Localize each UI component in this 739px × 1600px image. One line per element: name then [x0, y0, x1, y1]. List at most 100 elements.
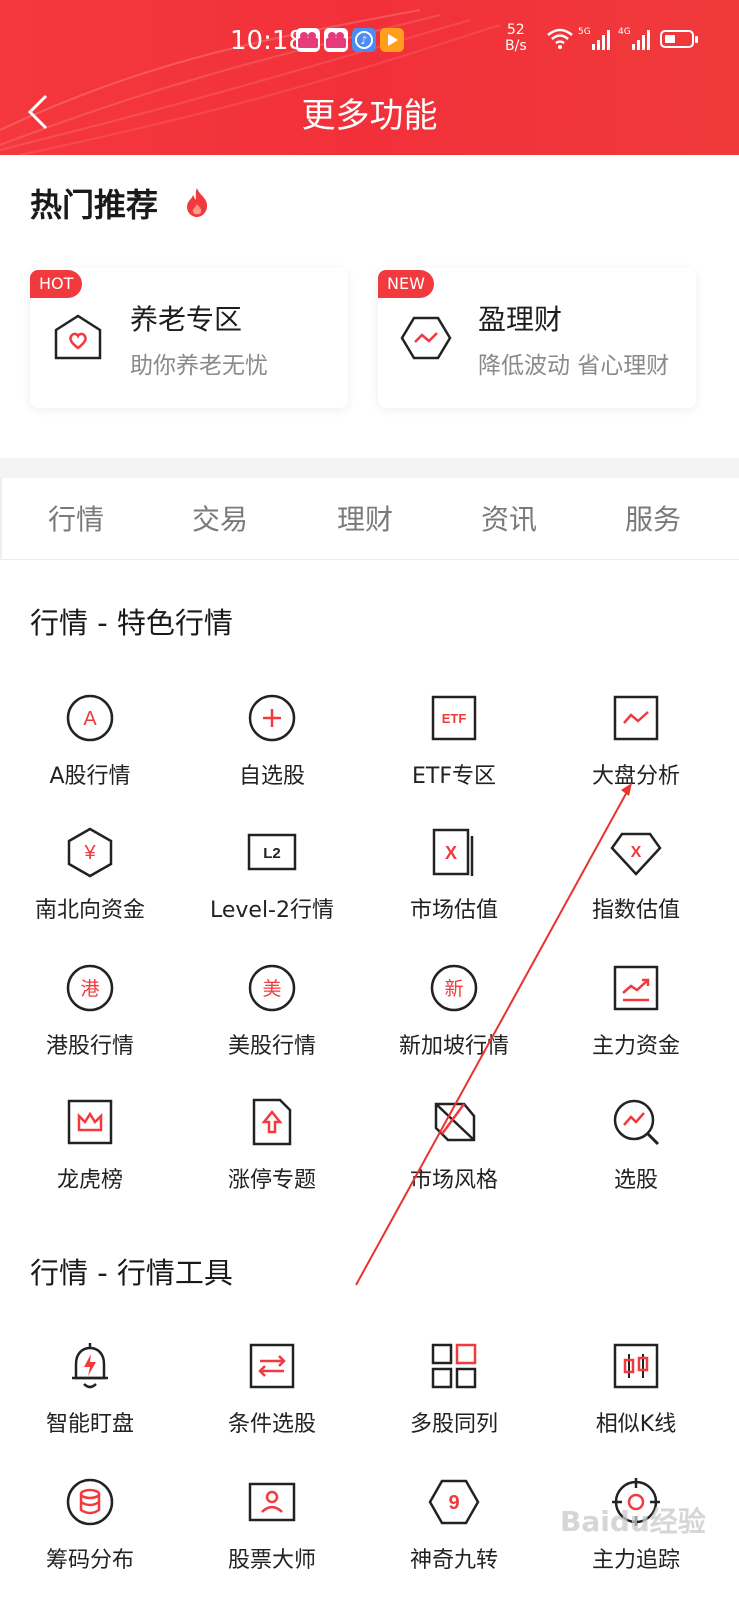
item-index-valuation[interactable]: X 指数估值 [546, 826, 726, 924]
item-level2[interactable]: L2 Level-2行情 [182, 826, 362, 924]
status-bar: 10:18 ♪ 52 B/s 5G 4G [0, 18, 739, 62]
item-multi-stock-view[interactable]: 多股同列 [364, 1340, 544, 1438]
tab-market[interactable]: 行情 [16, 498, 136, 538]
sg-glyph: 新 [444, 978, 463, 1000]
item-north-south-funds[interactable]: ¥ 南北向资金 [0, 826, 180, 924]
card-title: 盈理财 [478, 303, 563, 336]
magnifier-trend-icon [613, 1099, 660, 1146]
card-ying-licai[interactable]: NEW 盈理财 降低波动 省心理财 [378, 268, 696, 408]
item-label: 条件选股 [227, 1412, 316, 1437]
new-badge: NEW [378, 270, 434, 298]
item-label: 港股行情 [45, 1034, 134, 1059]
item-label: 市场风格 [409, 1168, 498, 1193]
item-market-valuation[interactable]: X 市场估值 [364, 826, 544, 924]
us-circle-icon: 美 [248, 964, 296, 1012]
hexagon-trend-icon [400, 316, 452, 360]
signal-4g-icon: 4G [618, 27, 650, 50]
flame-icon [187, 188, 208, 217]
app-notification-icon [296, 28, 320, 52]
item-dragon-tiger-list[interactable]: 龙虎榜 [0, 1096, 180, 1194]
yen-glyph: ¥ [83, 842, 96, 864]
item-label: 相似K线 [595, 1412, 677, 1437]
item-etf-zone[interactable]: ETF ETF专区 [364, 692, 544, 790]
wifi-icon [547, 28, 573, 49]
item-limit-up-topics[interactable]: 涨停专题 [182, 1096, 362, 1194]
item-main-funds[interactable]: 主力资金 [546, 962, 726, 1060]
tab-news[interactable]: 资讯 [449, 498, 569, 538]
video-app-icon [380, 28, 404, 52]
music-app-icon: ♪ [352, 28, 376, 52]
tab-trade[interactable]: 交易 [160, 498, 280, 538]
person-card-icon [248, 1482, 296, 1522]
battery-icon [660, 30, 698, 48]
item-label: 主力追踪 [591, 1548, 680, 1573]
item-similar-kline[interactable]: 相似K线 [546, 1340, 726, 1438]
x-glyph: X [445, 843, 457, 863]
a-letter-icon: A [66, 694, 114, 742]
item-chip-distribution[interactable]: 筹码分布 [0, 1476, 180, 1574]
item-market-analysis[interactable]: 大盘分析 [546, 692, 726, 790]
item-label: Level-2行情 [209, 898, 334, 923]
candlestick-box-icon [613, 1343, 659, 1389]
grid-four-icon [431, 1343, 477, 1389]
item-label: 美股行情 [227, 1034, 316, 1059]
header-bar: 10:18 ♪ 52 B/s 5G 4G 更多功能 [0, 0, 739, 155]
tab-service[interactable]: 服务 [593, 498, 713, 538]
item-label: 多股同列 [409, 1412, 498, 1437]
house-heart-icon [54, 314, 102, 360]
item-us-stocks[interactable]: 美 美股行情 [182, 962, 362, 1060]
hk-circle-icon: 港 [66, 964, 114, 1012]
tab-wealth[interactable]: 理财 [305, 498, 425, 538]
item-singapore-stocks[interactable]: 新 新加坡行情 [364, 962, 544, 1060]
item-magic-nine[interactable]: 9 神奇九转 [364, 1476, 544, 1574]
app-notification-icon [324, 28, 348, 52]
yen-hexagon-icon: ¥ [67, 827, 113, 878]
card-pension-zone[interactable]: HOT 养老专区 助你养老无忧 [30, 268, 348, 408]
nine-hexagon-icon: 9 [428, 1479, 480, 1525]
swap-arrows-box-icon [249, 1343, 295, 1389]
item-label: 智能盯盘 [45, 1412, 134, 1437]
trend-chart-icon [613, 695, 659, 741]
crown-box-icon [67, 1099, 113, 1145]
item-label: 指数估值 [591, 898, 680, 923]
item-label: 龙虎榜 [56, 1168, 123, 1193]
document-x-icon: X [432, 828, 474, 876]
item-label: 股票大师 [227, 1548, 316, 1573]
section-divider [0, 458, 739, 478]
item-label: 选股 [613, 1168, 658, 1193]
item-condition-screener[interactable]: 条件选股 [182, 1340, 362, 1438]
us-glyph: 美 [262, 978, 281, 1000]
item-label: 涨停专题 [227, 1168, 316, 1193]
item-hk-stocks[interactable]: 港 港股行情 [0, 962, 180, 1060]
item-label: ETF专区 [412, 764, 496, 789]
svg-text:♪: ♪ [360, 34, 367, 47]
item-label: 主力资金 [591, 1034, 680, 1059]
section-title-market-tools: 行情 - 行情工具 [30, 1256, 233, 1290]
item-smart-monitor[interactable]: 智能盯盘 [0, 1340, 180, 1438]
category-tabs: 行情 交易 理财 资讯 服务 [0, 478, 739, 560]
hot-section-title: 热门推荐 [30, 186, 159, 224]
item-label: 筹码分布 [45, 1548, 134, 1573]
sg-circle-icon: 新 [430, 964, 478, 1012]
item-a-stock[interactable]: A A股行情 [0, 692, 180, 790]
signal-5g-label: 5G [578, 27, 591, 37]
a-letter-glyph: A [83, 708, 97, 730]
level2-box-icon: L2 [247, 833, 297, 871]
item-label: 大盘分析 [591, 764, 680, 789]
market-style-icon [434, 1102, 476, 1142]
plus-circle-icon [248, 694, 296, 742]
card-title: 养老专区 [130, 303, 243, 336]
item-market-style[interactable]: 市场风格 [364, 1096, 544, 1194]
bell-lightning-icon [72, 1343, 108, 1389]
card-subtitle: 助你养老无忧 [130, 353, 268, 379]
nine-glyph: 9 [448, 1492, 459, 1514]
page-title: 更多功能 [301, 96, 438, 136]
etf-box-icon: ETF [431, 695, 477, 741]
etf-glyph: ETF [442, 711, 467, 726]
item-stock-master[interactable]: 股票大师 [182, 1476, 362, 1574]
hk-glyph: 港 [80, 978, 99, 1000]
signal-5g-icon: 5G [578, 27, 610, 50]
item-watchlist[interactable]: 自选股 [182, 692, 362, 790]
item-stock-screener[interactable]: 选股 [546, 1096, 726, 1194]
rising-chart-icon [613, 965, 659, 1011]
